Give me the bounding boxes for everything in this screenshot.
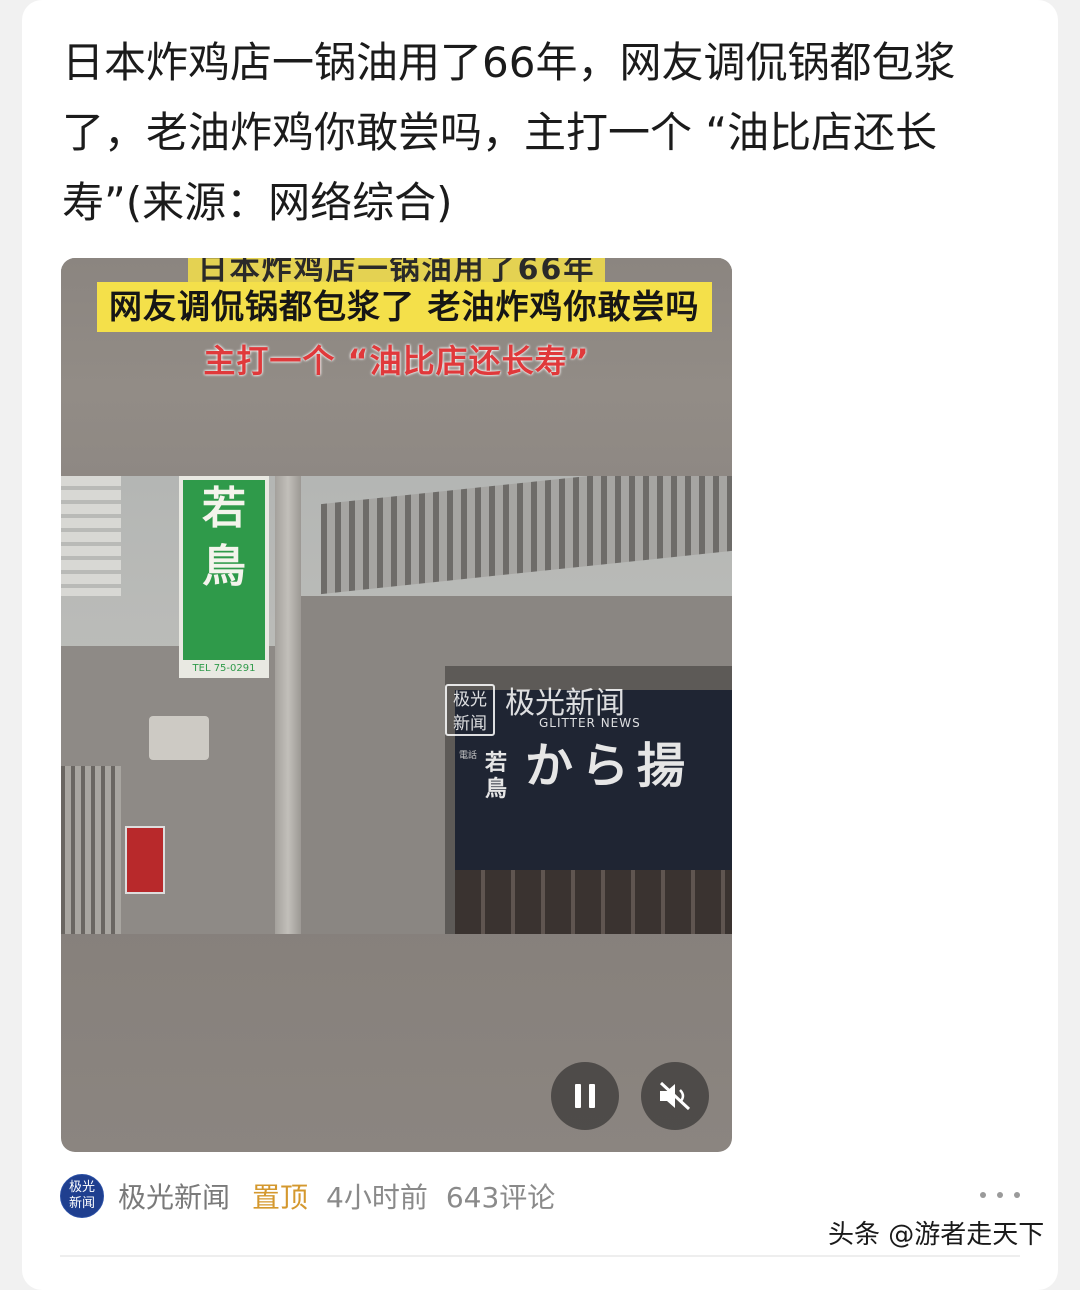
video-caption-line3: 主打一个 “油比店还长寿” bbox=[203, 342, 590, 380]
shop-sign-tel: TEL 75-0291 bbox=[179, 660, 269, 678]
utility-pole bbox=[275, 476, 301, 934]
pinned-badge: 置顶 bbox=[252, 1181, 309, 1214]
fire-alarm-box bbox=[125, 826, 165, 894]
video-player[interactable]: 日本炸鸡店一锅油用了66年 网友调侃锅都包浆了 老油炸鸡你敢尝吗 主打一个 “油… bbox=[61, 258, 732, 1152]
mute-button[interactable] bbox=[641, 1062, 709, 1130]
pause-button[interactable] bbox=[551, 1062, 619, 1130]
noren-phone-text: 電話 bbox=[459, 751, 478, 761]
more-dots-icon bbox=[1014, 1192, 1020, 1198]
watermark-subtitle: GLITTER NEWS bbox=[539, 716, 641, 730]
shop-door bbox=[455, 870, 732, 934]
divider bbox=[60, 1255, 1020, 1257]
toutiao-watermark: 头条 @游者走天下 bbox=[828, 1220, 1045, 1250]
post-meta: 极光新闻 极光新闻 置顶 4小时前 643评论 bbox=[60, 1173, 555, 1219]
comment-count[interactable]: 643评论 bbox=[446, 1176, 555, 1216]
more-options-button[interactable] bbox=[980, 1180, 1020, 1210]
video-frame-street-scene: 若鳥 TEL 75-0291 電話 若鳥 から揚 极光新闻 极光新闻 GLITT… bbox=[61, 476, 732, 934]
noren-main-text: から揚 bbox=[525, 738, 694, 794]
pause-icon bbox=[575, 1084, 595, 1108]
source-avatar[interactable]: 极光新闻 bbox=[60, 1174, 104, 1218]
more-dots-icon bbox=[997, 1192, 1003, 1198]
muted-speaker-icon bbox=[659, 1081, 691, 1111]
window-grill bbox=[61, 766, 121, 934]
avatar-text: 极光新闻 bbox=[68, 1180, 95, 1211]
source-name[interactable]: 极光新闻 bbox=[118, 1176, 230, 1216]
background-building bbox=[61, 476, 121, 596]
post-time: 4小时前 bbox=[326, 1181, 428, 1214]
video-caption-line2: 网友调侃锅都包浆了 老油炸鸡你敢尝吗 bbox=[97, 282, 712, 332]
watermark-logo: 极光新闻 bbox=[445, 684, 495, 736]
noren-small-text: 若鳥 bbox=[485, 750, 508, 802]
post-headline[interactable]: 日本炸鸡店一锅油用了66年，网友调侃锅都包浆了，老油炸鸡你敢尝吗，主打一个 “油… bbox=[62, 28, 1022, 238]
shop-sign: 若鳥 bbox=[179, 476, 269, 664]
roof-railing bbox=[321, 476, 732, 595]
more-dots-icon bbox=[980, 1192, 986, 1198]
wall-vent bbox=[149, 716, 209, 760]
